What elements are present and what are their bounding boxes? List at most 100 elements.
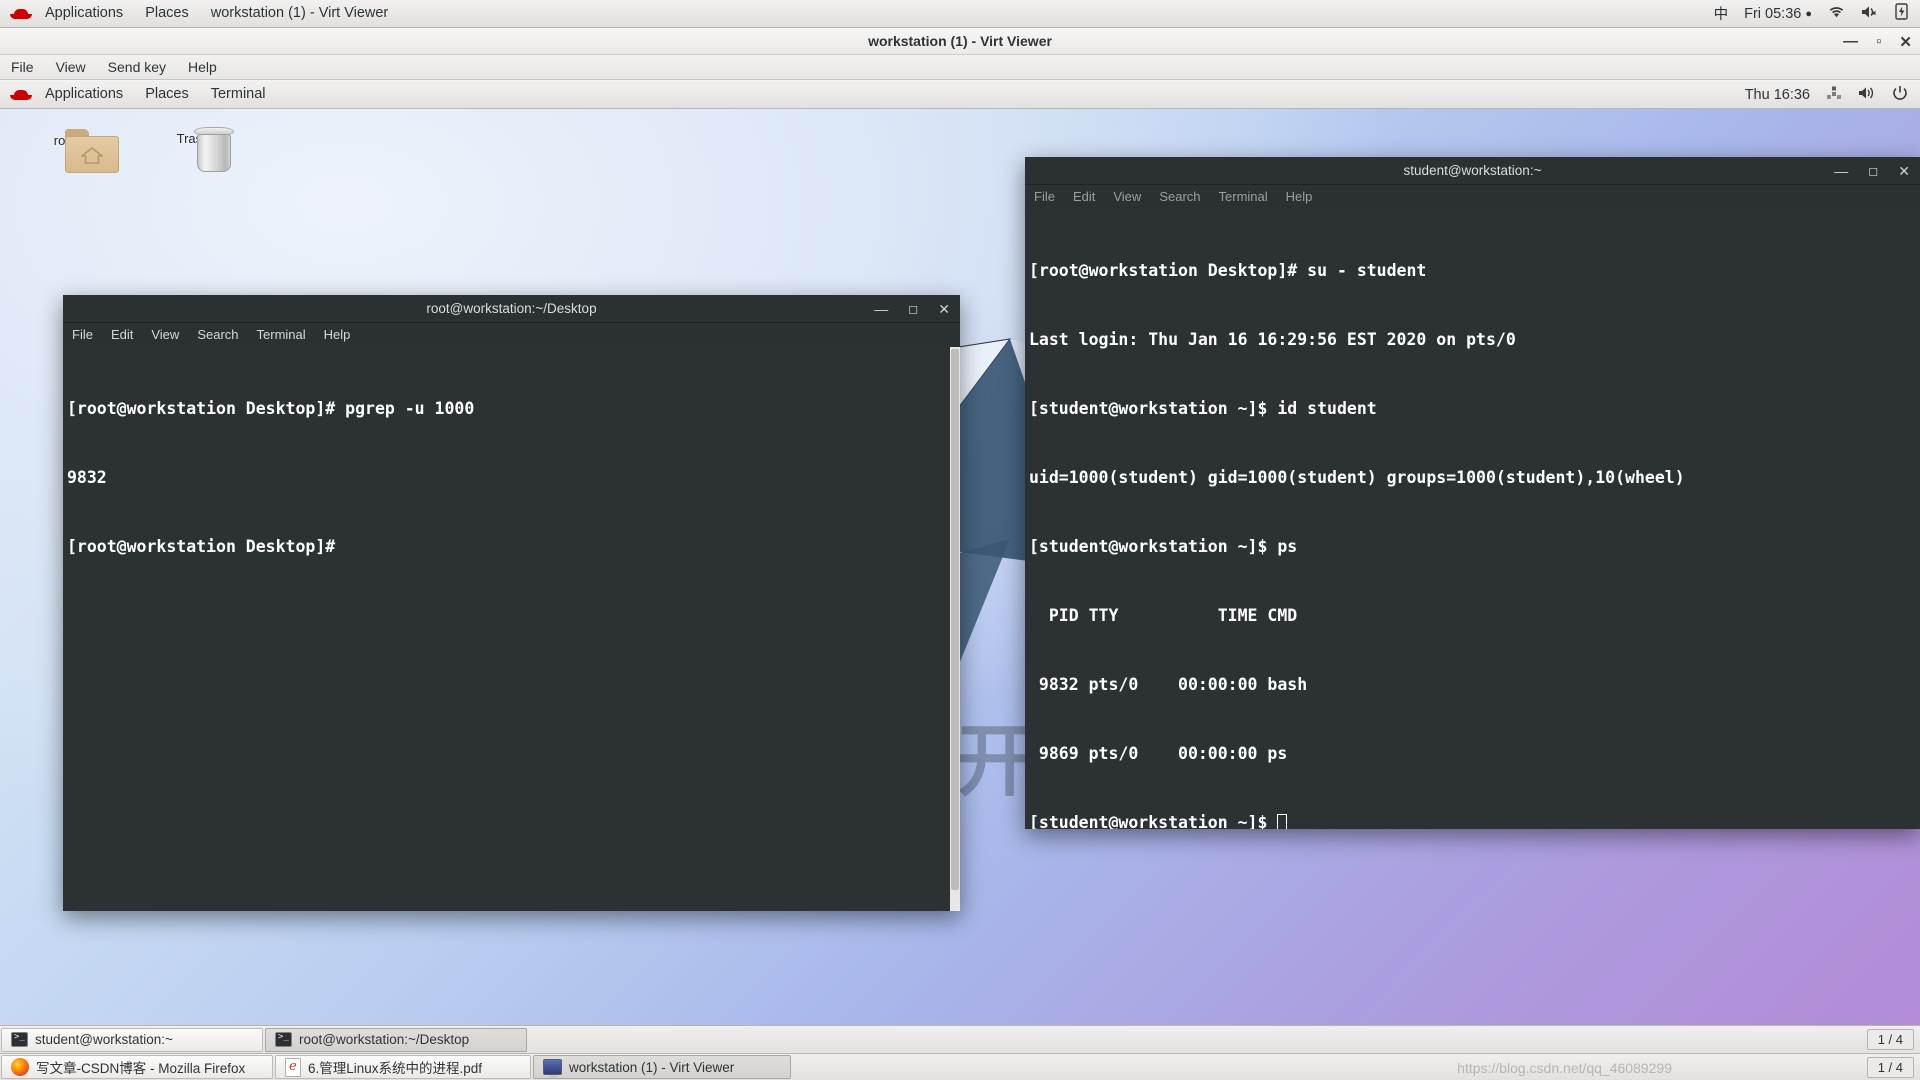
terminal-menu-search[interactable]: Search	[1150, 185, 1209, 209]
virt-viewer-window-controls: — ▫ ✕	[1843, 28, 1912, 55]
host-places-menu[interactable]: Places	[134, 0, 200, 27]
terminal-menu-terminal[interactable]: Terminal	[248, 323, 315, 347]
terminal-title: student@workstation:~	[1404, 163, 1542, 178]
terminal-line: PID TTY TIME CMD	[1029, 604, 1920, 627]
guest-clock[interactable]: Thu 16:36	[1745, 87, 1810, 103]
maximize-button[interactable]: ▫	[1876, 33, 1881, 50]
taskbar-item-label: 写文章-CSDN博客 - Mozilla Firefox	[36, 1057, 245, 1077]
taskbar-item-pdf[interactable]: 6.管理Linux系统中的进程.pdf	[275, 1055, 531, 1079]
terminal-title: root@workstation:~/Desktop	[426, 301, 596, 316]
virt-viewer-icon	[543, 1059, 562, 1075]
power-icon[interactable]	[1892, 85, 1908, 105]
vv-menu-help[interactable]: Help	[177, 55, 228, 79]
taskbar-item-label: 6.管理Linux系统中的进程.pdf	[308, 1057, 482, 1077]
host-workspace-pager[interactable]: 1 / 4	[1867, 1057, 1914, 1078]
terminal-menubar: File Edit View Search Terminal Help	[1025, 185, 1920, 209]
guest-workspace-pager[interactable]: 1 / 4	[1867, 1029, 1914, 1050]
terminal-menubar: File Edit View Search Terminal Help	[63, 323, 960, 347]
volume-muted-icon[interactable]	[1861, 5, 1879, 23]
page-watermark: https://blog.csdn.net/qq_46089299	[1457, 1060, 1672, 1076]
terminal-menu-view[interactable]: View	[142, 323, 188, 347]
terminal-line: Last login: Thu Jan 16 16:29:56 EST 2020…	[1029, 328, 1920, 351]
terminal-line: [student@workstation ~]$ id student	[1029, 397, 1920, 420]
pdf-icon	[285, 1058, 301, 1077]
guest-screen: Applications Places Terminal Thu 16:36	[0, 81, 1920, 1053]
virt-viewer-window: workstation (1) - Virt Viewer — ▫ ✕ File…	[0, 28, 1920, 1053]
taskbar-item-label: student@workstation:~	[35, 1032, 173, 1047]
host-active-window-title[interactable]: workstation (1) - Virt Viewer	[200, 0, 400, 27]
terminal-line: 9832	[67, 466, 960, 489]
host-applications-menu[interactable]: Applications	[34, 0, 134, 27]
guest-places-menu[interactable]: Places	[134, 81, 200, 108]
host-clock[interactable]: Fri 05:36	[1744, 6, 1801, 22]
terminal-output-student[interactable]: [root@workstation Desktop]# su - student…	[1025, 209, 1920, 829]
desktop-icon-root[interactable]: root	[20, 129, 110, 148]
recording-dot-icon: ●	[1805, 8, 1812, 20]
terminal-titlebar[interactable]: student@workstation:~ — ◻ ✕	[1025, 157, 1920, 185]
minimize-button[interactable]: —	[1843, 33, 1858, 50]
vv-menu-file[interactable]: File	[0, 55, 45, 79]
terminal-menu-search[interactable]: Search	[188, 323, 247, 347]
redhat-logo-icon	[10, 5, 32, 23]
virt-viewer-title: workstation (1) - Virt Viewer	[868, 33, 1052, 49]
terminal-menu-file[interactable]: File	[63, 323, 102, 347]
terminal-menu-terminal[interactable]: Terminal	[1210, 185, 1277, 209]
terminal-prompt-line: [student@workstation ~]$	[1029, 811, 1920, 829]
guest-tray: Thu 16:36	[1737, 85, 1920, 105]
desktop-icon-trash[interactable]: Trash	[148, 127, 238, 146]
close-button[interactable]: ✕	[1899, 33, 1912, 51]
terminal-window-controls: — ◻ ✕	[874, 295, 950, 323]
maximize-button[interactable]: ◻	[1868, 164, 1878, 178]
taskbar-item-virt-viewer[interactable]: workstation (1) - Virt Viewer	[533, 1055, 791, 1079]
minimize-button[interactable]: —	[874, 301, 888, 317]
terminal-icon	[11, 1032, 28, 1047]
taskbar-item-student-terminal[interactable]: student@workstation:~	[1, 1028, 263, 1052]
virt-viewer-titlebar[interactable]: workstation (1) - Virt Viewer — ▫ ✕	[0, 28, 1920, 55]
terminal-window-root[interactable]: root@workstation:~/Desktop — ◻ ✕ File Ed…	[63, 295, 960, 911]
close-button[interactable]: ✕	[938, 301, 950, 318]
volume-icon[interactable]	[1858, 86, 1876, 104]
terminal-line: 9832 pts/0 00:00:00 bash	[1029, 673, 1920, 696]
terminal-line: [student@workstation ~]$ ps	[1029, 535, 1920, 558]
host-top-panel: Applications Places workstation (1) - Vi…	[0, 0, 1920, 28]
terminal-prompt: [student@workstation ~]$	[1029, 813, 1277, 829]
redhat-logo-icon	[10, 86, 32, 104]
terminal-scrollbar[interactable]	[950, 347, 960, 911]
terminal-menu-edit[interactable]: Edit	[102, 323, 142, 347]
vv-menu-view[interactable]: View	[45, 55, 97, 79]
guest-top-panel: Applications Places Terminal Thu 16:36	[0, 81, 1920, 109]
terminal-titlebar[interactable]: root@workstation:~/Desktop — ◻ ✕	[63, 295, 960, 323]
terminal-menu-edit[interactable]: Edit	[1064, 185, 1104, 209]
terminal-window-controls: — ◻ ✕	[1834, 157, 1910, 185]
taskbar-item-firefox[interactable]: 写文章-CSDN博客 - Mozilla Firefox	[1, 1055, 273, 1079]
terminal-output-root[interactable]: [root@workstation Desktop]# pgrep -u 100…	[63, 347, 960, 911]
terminal-line: uid=1000(student) gid=1000(student) grou…	[1029, 466, 1920, 489]
network-icon[interactable]	[1826, 86, 1842, 104]
terminal-menu-help[interactable]: Help	[1277, 185, 1322, 209]
guest-taskbar: student@workstation:~ root@workstation:~…	[0, 1025, 1920, 1053]
terminal-line: 9869 pts/0 00:00:00 ps	[1029, 742, 1920, 765]
terminal-menu-view[interactable]: View	[1104, 185, 1150, 209]
input-method-indicator[interactable]: 中	[1714, 3, 1729, 24]
close-button[interactable]: ✕	[1898, 163, 1910, 180]
minimize-button[interactable]: —	[1834, 163, 1848, 179]
guest-applications-menu[interactable]: Applications	[34, 81, 134, 108]
taskbar-item-label: workstation (1) - Virt Viewer	[569, 1060, 734, 1075]
terminal-line: [root@workstation Desktop]# pgrep -u 100…	[67, 397, 960, 420]
battery-charging-icon[interactable]	[1895, 3, 1908, 24]
maximize-button[interactable]: ◻	[908, 302, 918, 316]
host-tray: 中 Fri 05:36 ●	[1706, 3, 1920, 24]
virt-viewer-menubar: File View Send key Help	[0, 55, 1920, 80]
terminal-cursor	[1277, 814, 1287, 829]
scrollbar-thumb[interactable]	[951, 349, 959, 890]
vv-menu-send-key[interactable]: Send key	[97, 55, 177, 79]
terminal-menu-help[interactable]: Help	[315, 323, 360, 347]
terminal-window-student[interactable]: student@workstation:~ — ◻ ✕ File Edit Vi…	[1025, 157, 1920, 829]
terminal-prompt-line: [root@workstation Desktop]#	[67, 535, 960, 558]
terminal-menu-file[interactable]: File	[1025, 185, 1064, 209]
taskbar-item-root-terminal[interactable]: root@workstation:~/Desktop	[265, 1028, 527, 1052]
firefox-icon	[11, 1058, 29, 1076]
terminal-line: [root@workstation Desktop]# su - student	[1029, 259, 1920, 282]
wifi-icon[interactable]	[1828, 5, 1845, 23]
guest-active-app[interactable]: Terminal	[200, 81, 277, 108]
